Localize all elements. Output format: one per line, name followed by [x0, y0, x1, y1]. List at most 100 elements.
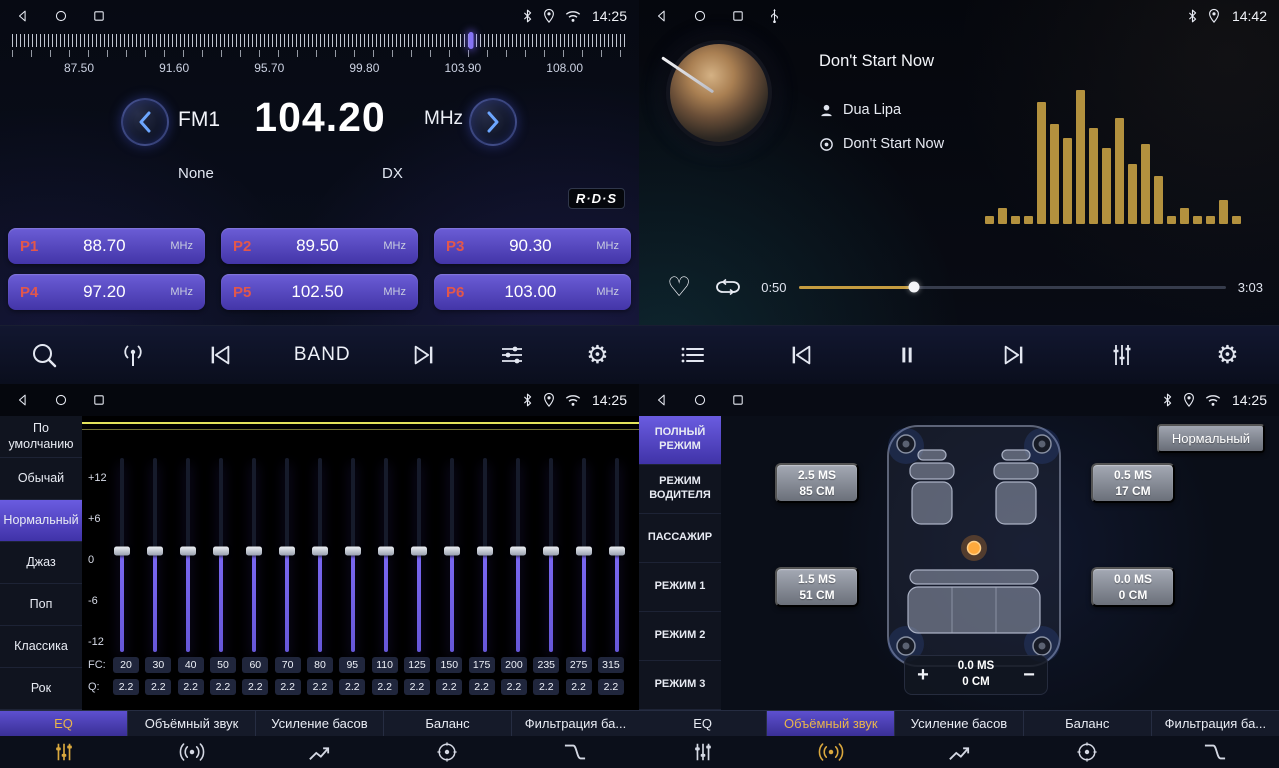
dsp-tab[interactable]: Фильтрация ба...: [1152, 711, 1279, 736]
slider-knob[interactable]: [279, 547, 295, 556]
bass-boost-icon[interactable]: [256, 736, 384, 768]
dsp-tab[interactable]: Усиление басов: [256, 711, 384, 736]
listening-mode-item[interactable]: ПОЛНЫЙ РЕЖИМ: [639, 416, 721, 465]
eq-preset-item[interactable]: Рок: [0, 668, 82, 710]
listening-mode-item[interactable]: РЕЖИМ 1: [639, 563, 721, 612]
slider-knob[interactable]: [576, 547, 592, 556]
bass-boost-icon[interactable]: [895, 736, 1023, 768]
eq-band-slider[interactable]: [279, 458, 295, 652]
eq-band-slider[interactable]: [378, 458, 394, 652]
home-icon[interactable]: [693, 9, 707, 23]
delay-decrease-button[interactable]: −: [1011, 664, 1047, 687]
settings-gear-icon[interactable]: ⚙: [1216, 343, 1238, 368]
pause-icon[interactable]: [894, 342, 920, 368]
progress-knob[interactable]: [908, 282, 919, 293]
slider-knob[interactable]: [114, 547, 130, 556]
recents-icon[interactable]: [92, 9, 106, 23]
listening-mode-item[interactable]: РЕЖИМ 2: [639, 612, 721, 661]
tune-up-button[interactable]: [469, 98, 517, 146]
skip-next-icon[interactable]: [1001, 342, 1027, 368]
sound-profile-button[interactable]: Нормальный: [1157, 424, 1265, 453]
dsp-tab[interactable]: Баланс: [384, 711, 512, 736]
slider-knob[interactable]: [345, 547, 361, 556]
eq-band-slider[interactable]: [411, 458, 427, 652]
radio-preset-button[interactable]: P5 102.50 MHz: [221, 274, 418, 310]
back-icon[interactable]: [16, 393, 30, 407]
filter-icon[interactable]: [1151, 736, 1279, 768]
settings-gear-icon[interactable]: ⚙: [586, 343, 608, 368]
eq-band-slider[interactable]: [213, 458, 229, 652]
delay-front-left-button[interactable]: 2.5 MS 85 CM: [775, 463, 859, 503]
repeat-icon[interactable]: [713, 276, 743, 298]
progress-bar[interactable]: [799, 286, 1226, 289]
listening-mode-item[interactable]: РЕЖИМ 3: [639, 661, 721, 710]
eq-band-slider[interactable]: [147, 458, 163, 652]
filter-icon[interactable]: [511, 736, 639, 768]
dsp-tab[interactable]: Объёмный звук: [128, 711, 256, 736]
slider-knob[interactable]: [180, 547, 196, 556]
eq-preset-item[interactable]: По умолчанию: [0, 416, 82, 458]
eq-band-slider[interactable]: [180, 458, 196, 652]
balance-icon[interactable]: [1023, 736, 1151, 768]
listening-mode-item[interactable]: ПАССАЖИР: [639, 514, 721, 563]
playlist-icon[interactable]: [679, 341, 707, 369]
eq-band-slider[interactable]: [246, 458, 262, 652]
band-button[interactable]: BAND: [294, 344, 351, 366]
broadcast-icon[interactable]: [119, 341, 147, 369]
eq-band-slider[interactable]: [576, 458, 592, 652]
delay-rear-right-button[interactable]: 0.0 MS 0 CM: [1091, 567, 1175, 607]
eq-icon[interactable]: [639, 736, 767, 768]
delay-increase-button[interactable]: +: [905, 664, 941, 687]
dsp-tab[interactable]: EQ: [0, 711, 128, 736]
radio-preset-button[interactable]: P4 97.20 MHz: [8, 274, 205, 310]
dsp-tab[interactable]: Усиление басов: [895, 711, 1023, 736]
skip-previous-icon[interactable]: [788, 342, 814, 368]
back-icon[interactable]: [16, 9, 30, 23]
eq-preset-item[interactable]: Обычай: [0, 458, 82, 500]
dsp-tab[interactable]: Баланс: [1024, 711, 1152, 736]
eq-preset-item[interactable]: Нормальный: [0, 500, 82, 542]
surround-icon[interactable]: [128, 736, 256, 768]
slider-knob[interactable]: [312, 547, 328, 556]
recents-icon[interactable]: [731, 393, 745, 407]
dsp-tab[interactable]: EQ: [639, 711, 767, 736]
delay-rear-left-button[interactable]: 1.5 MS 51 CM: [775, 567, 859, 607]
slider-knob[interactable]: [213, 547, 229, 556]
eq-band-slider[interactable]: [114, 458, 130, 652]
favorite-heart-icon[interactable]: ♡: [667, 274, 691, 301]
eq-band-slider[interactable]: [477, 458, 493, 652]
eq-band-slider[interactable]: [543, 458, 559, 652]
radio-preset-button[interactable]: P3 90.30 MHz: [434, 228, 631, 264]
slider-knob[interactable]: [444, 547, 460, 556]
slider-knob[interactable]: [246, 547, 262, 556]
slider-knob[interactable]: [609, 547, 625, 556]
slider-knob[interactable]: [378, 547, 394, 556]
eq-band-slider[interactable]: [345, 458, 361, 652]
recents-icon[interactable]: [92, 393, 106, 407]
eq-band-slider[interactable]: [510, 458, 526, 652]
radio-preset-button[interactable]: P1 88.70 MHz: [8, 228, 205, 264]
balance-icon[interactable]: [383, 736, 511, 768]
home-icon[interactable]: [54, 9, 68, 23]
slider-knob[interactable]: [543, 547, 559, 556]
eq-band-slider[interactable]: [444, 458, 460, 652]
back-icon[interactable]: [655, 9, 669, 23]
slider-knob[interactable]: [411, 547, 427, 556]
home-icon[interactable]: [54, 393, 68, 407]
mixer-icon[interactable]: [1108, 341, 1136, 369]
recents-icon[interactable]: [731, 9, 745, 23]
dsp-tab[interactable]: Фильтрация ба...: [512, 711, 639, 736]
slider-knob[interactable]: [147, 547, 163, 556]
surround-icon[interactable]: [767, 736, 895, 768]
tone-settings-icon[interactable]: [498, 341, 526, 369]
frequency-ruler[interactable]: 87.5091.6095.7099.80103.90108.00: [0, 34, 639, 86]
home-icon[interactable]: [693, 393, 707, 407]
eq-preset-item[interactable]: Джаз: [0, 542, 82, 584]
radio-preset-button[interactable]: P2 89.50 MHz: [221, 228, 418, 264]
back-icon[interactable]: [655, 393, 669, 407]
tune-down-button[interactable]: [121, 98, 169, 146]
search-icon[interactable]: [30, 341, 58, 369]
eq-icon[interactable]: [0, 736, 128, 768]
radio-preset-button[interactable]: P6 103.00 MHz: [434, 274, 631, 310]
eq-preset-item[interactable]: Классика: [0, 626, 82, 668]
